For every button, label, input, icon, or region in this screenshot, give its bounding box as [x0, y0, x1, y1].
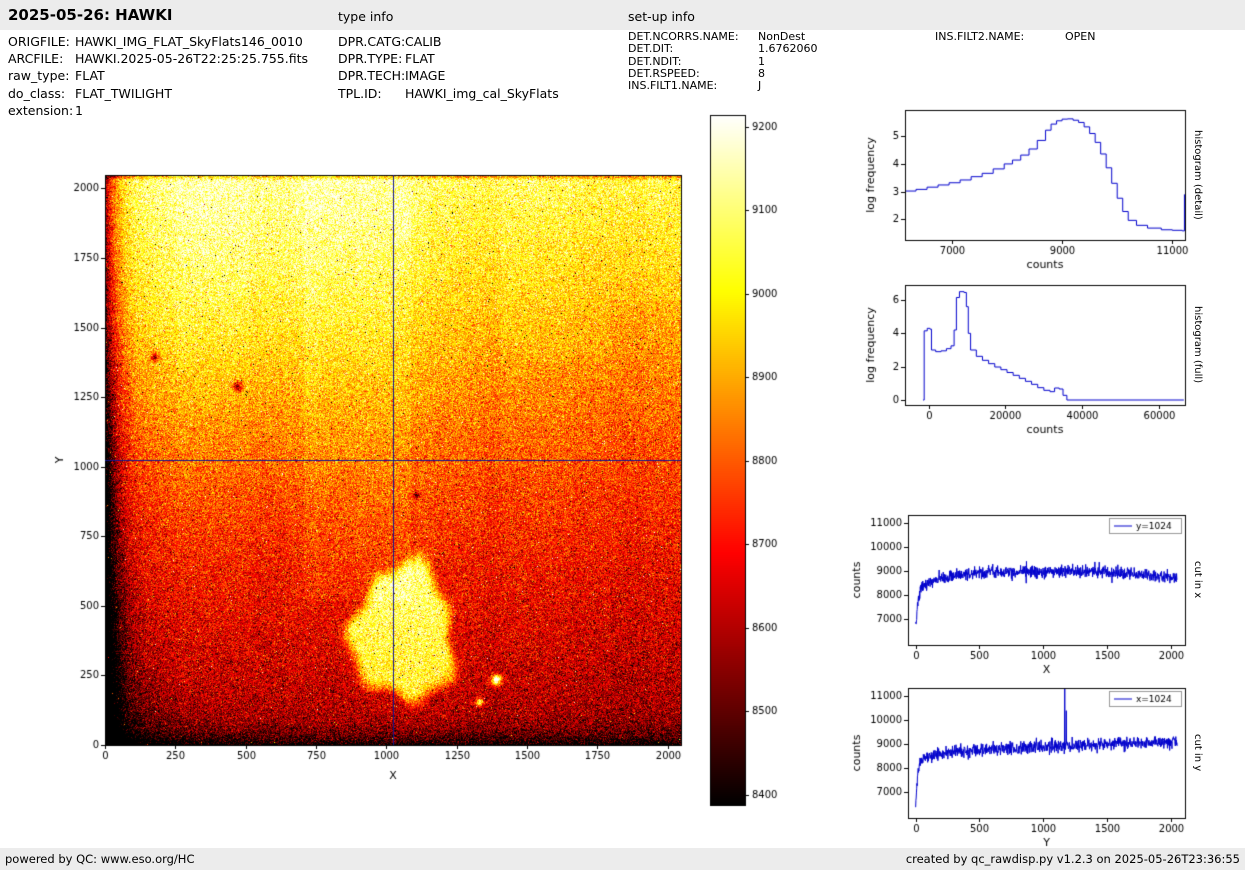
meta-value: OPEN	[1065, 30, 1096, 43]
histogram-detail-plot	[845, 92, 1205, 282]
meta-row: DPR.TYPE: FLAT	[338, 50, 559, 67]
meta-value: 8	[758, 66, 765, 80]
meta-label: DET.DIT:	[628, 42, 674, 56]
meta-label: raw_type:	[8, 68, 70, 84]
meta-row: DET.DIT: 1.6762060	[628, 42, 818, 56]
meta-row: do_class: FLAT_TWILIGHT	[8, 85, 308, 102]
type-info-label: type info	[338, 9, 394, 24]
meta-value: FLAT	[75, 68, 105, 84]
header-bar: 2025-05-26: HAWKI type info set-up info	[0, 0, 1245, 30]
footer-right-text: created by qc_rawdisp.py v1.2.3 on 2025-…	[905, 852, 1240, 866]
meta-label: DPR.CATG:	[338, 34, 406, 49]
type-info-column: DPR.CATG:CALIB DPR.TYPE: FLAT DPR.TECH:IM…	[338, 33, 559, 102]
histogram-full-plot	[845, 268, 1205, 458]
meta-label: TPL.ID:	[338, 85, 382, 101]
meta-row: extension: 1	[8, 102, 308, 119]
meta-label: INS.FILT1.NAME:	[628, 79, 718, 93]
meta-value: CALIB	[405, 34, 442, 49]
meta-row: ORIGFILE: HAWKI_IMG_FLAT_SkyFlats146_0010	[8, 33, 308, 50]
meta-value: IMAGE	[405, 68, 446, 84]
meta-label: DPR.TECH:	[338, 68, 406, 84]
meta-label: ARCFILE:	[8, 51, 64, 67]
cut-in-x-plot	[845, 498, 1205, 690]
meta-value: HAWKI_IMG_FLAT_SkyFlats146_0010	[75, 34, 303, 49]
meta-value: FLAT_TWILIGHT	[75, 85, 172, 101]
meta-row: INS.FILT2.NAME: OPEN	[935, 30, 1096, 43]
meta-value: FLAT	[405, 51, 435, 67]
meta-value: HAWKI_img_cal_SkyFlats	[405, 85, 559, 101]
meta-row: TPL.ID: HAWKI_img_cal_SkyFlats	[338, 85, 559, 102]
file-info-column: ORIGFILE: HAWKI_IMG_FLAT_SkyFlats146_0010…	[8, 33, 308, 119]
setup-info-label: set-up info	[628, 9, 695, 24]
meta-label: DPR.TYPE:	[338, 51, 403, 67]
meta-value: NonDest	[758, 30, 806, 43]
raw-image-plot	[20, 120, 750, 820]
meta-row: raw_type: FLAT	[8, 67, 308, 84]
meta-label: extension:	[8, 102, 74, 118]
setup-info-column: DET.NCORRS.NAME: NonDest DET.DIT: 1.676206…	[628, 30, 818, 93]
footer-left-text: powered by QC: www.eso.org/HC	[5, 852, 195, 866]
meta-row: DPR.CATG:CALIB	[338, 33, 559, 50]
meta-value: 1	[758, 54, 765, 68]
meta-value: 1.6762060	[758, 42, 818, 56]
meta-row: DPR.TECH:IMAGE	[338, 67, 559, 84]
meta-label: do_class:	[8, 85, 66, 101]
footer-bar: powered by QC: www.eso.org/HC created by…	[0, 848, 1245, 870]
meta-label: INS.FILT2.NAME:	[935, 30, 1025, 43]
meta-value: 1	[75, 102, 83, 118]
colorbar	[705, 110, 800, 810]
cut-in-y-plot	[845, 671, 1205, 863]
page-title: 2025-05-26: HAWKI	[8, 6, 173, 24]
meta-value: J	[758, 79, 762, 93]
cut-in-x-side-label: cut in x	[1192, 561, 1203, 599]
meta-label: ORIGFILE:	[8, 34, 70, 49]
setup-info-column-2: INS.FILT2.NAME: OPEN	[935, 30, 1096, 43]
meta-row: INS.FILT1.NAME: J	[628, 79, 818, 93]
meta-row: ARCFILE: HAWKI.2025-05-26T22:25:25.755.fi…	[8, 50, 308, 67]
histogram-detail-side-label: histogram (detail)	[1192, 130, 1203, 220]
histogram-full-side-label: histogram (full)	[1192, 306, 1203, 384]
cut-in-y-side-label: cut in y	[1192, 734, 1203, 772]
meta-value: HAWKI.2025-05-26T22:25:25.755.fits	[75, 51, 308, 67]
